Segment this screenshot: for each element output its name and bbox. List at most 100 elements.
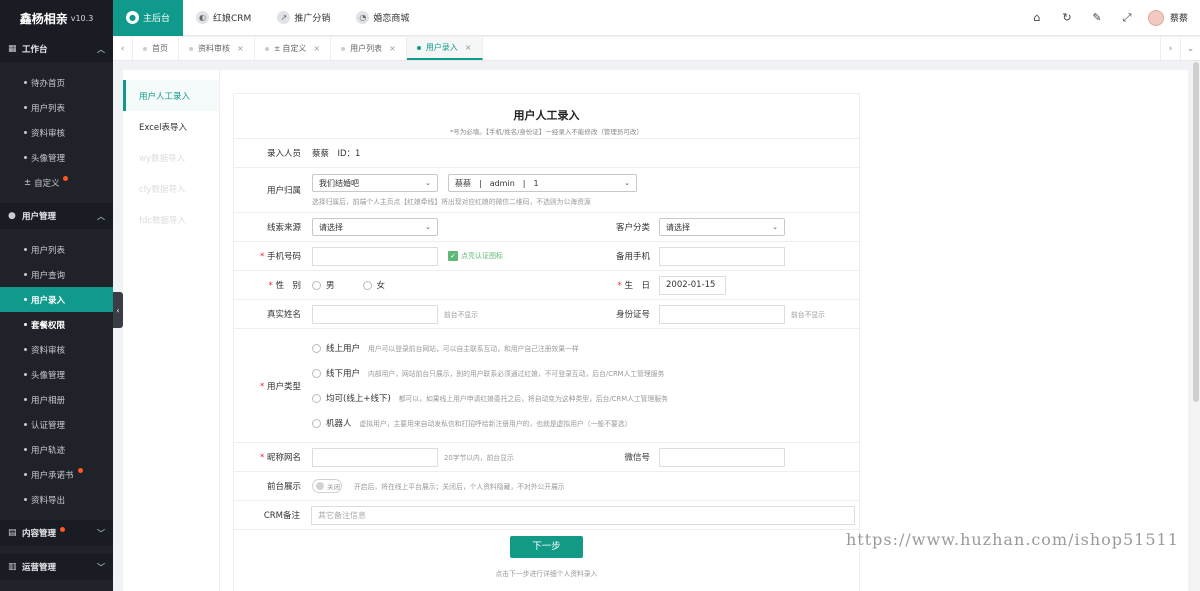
sidebar-item-custom[interactable]: ± 自定义 — [0, 170, 113, 195]
dashboard-icon: ● — [126, 11, 139, 24]
sidebar-group-users[interactable]: ● 用户管理 ︿ — [0, 203, 113, 229]
subnav-excel-import[interactable]: Excel表导入 — [123, 111, 219, 142]
source-select[interactable]: 请选择 ⌄ — [312, 218, 438, 236]
sidebar: 鑫杨相亲 v10.3 ▦ 工作台 ︿ 待办首页 用户列表 资料审核 头像管理 ± 自定义… — [0, 0, 113, 591]
tab-home[interactable]: 首页 — [133, 37, 179, 60]
form-title: 用户人工录入 — [513, 109, 580, 122]
user-icon: ● — [8, 211, 16, 221]
wechat-input[interactable] — [659, 447, 785, 467]
checkbox-checked-icon[interactable]: ✓ — [448, 251, 458, 261]
idcard-input[interactable] — [659, 304, 785, 324]
fullscreen-icon[interactable]: ⤢ — [1112, 11, 1142, 25]
sidebar-item-package[interactable]: 套餐权限 — [0, 312, 113, 337]
topnav-main[interactable]: ● 主后台 — [113, 0, 184, 36]
promote-icon: ↗ — [277, 11, 291, 24]
chevron-down-icon: ⌄ — [772, 223, 778, 231]
belong-org-select[interactable]: 我们结婚吧 ⌄ — [312, 174, 438, 192]
sidebar-item-export[interactable]: 资料导出 — [0, 487, 113, 512]
tabs-menu-button[interactable]: ⌄ — [1180, 37, 1200, 60]
close-icon[interactable]: × — [237, 44, 244, 53]
brand-logo[interactable]: 鑫杨相亲 v10.3 — [0, 0, 113, 36]
sidebar-item-todo[interactable]: 待办首页 — [0, 70, 113, 95]
tab-userentry[interactable]: 用户录入 × — [406, 37, 483, 60]
main-content: 用户人工录入 Excel表导入 wy数据导入 cfy数据导入 fdc数据导入 用… — [123, 70, 1188, 591]
sidebar-item-userentry[interactable]: 用户录入 — [0, 287, 113, 312]
chevron-down-icon: ﹀ — [97, 528, 105, 538]
chevron-left-icon: ‹ — [120, 43, 125, 54]
plus-minus-icon: ± — [273, 44, 281, 53]
refresh-icon[interactable]: ↻ — [1052, 11, 1082, 24]
display-toggle[interactable]: 关闭 — [312, 479, 342, 493]
row-realname: 真实姓名 前台不显示 身份证号 前台不显示 — [234, 300, 859, 329]
backup-phone-input[interactable] — [659, 246, 785, 266]
chevron-down-icon: ﹀ — [97, 562, 105, 572]
topnav-promote[interactable]: ↗ 推广分销 — [264, 0, 343, 36]
sidebar-item-userlist2[interactable]: 用户列表 — [0, 237, 113, 262]
row-display: 前台展示 关闭 开启后，将在线上平台展示；关闭后，个人资料隐藏，不对外公开展示 — [234, 472, 859, 501]
form-actions: 下一步 点击下一步进行详细个人资料录入 — [234, 530, 859, 578]
sidebar-group-content[interactable]: ▤ 内容管理 ﹀ — [0, 520, 113, 546]
sidebar-collapse-button[interactable]: ‹ — [113, 292, 123, 328]
belong-matchmaker-select[interactable]: 蔡蔡 | admin | 1 ⌄ — [448, 174, 637, 192]
realname-input[interactable] — [312, 304, 438, 324]
page-scrollbar[interactable] — [1192, 62, 1200, 591]
chevron-right-icon: › — [1168, 43, 1173, 54]
close-icon[interactable]: × — [313, 44, 320, 53]
tab-userlist[interactable]: 用户列表 × — [331, 37, 407, 60]
row-phone: * 手机号码 ✓ 点亮认证图标 备用手机 — [234, 242, 859, 271]
crm-icon: ◐ — [196, 11, 210, 24]
row-gender: * 性 别 男 女 * 生 日 2002-01-15 — [234, 271, 859, 300]
form-header: 用户人工录入 *号为必填。【手机/姓名/身份证】一经录入不能修改（管理员可改） — [234, 94, 859, 139]
sidebar-item-avatar[interactable]: 头像管理 — [0, 145, 113, 170]
entry-subnav: 用户人工录入 Excel表导入 wy数据导入 cfy数据导入 fdc数据导入 — [123, 70, 220, 591]
chevron-up-icon: ︿ — [97, 211, 105, 221]
topnav-crm[interactable]: ◐ 红娘CRM — [183, 0, 264, 36]
top-nav: ● 主后台 ◐ 红娘CRM ↗ 推广分销 ◔ 婚恋商城 — [113, 0, 422, 36]
subnav-wy-import[interactable]: wy数据导入 — [123, 142, 219, 173]
subnav-manual-entry[interactable]: 用户人工录入 — [123, 80, 219, 111]
phone-input[interactable] — [312, 246, 438, 266]
admin-app: { "brand": {"name": "鑫杨相亲", "version": "… — [0, 0, 1200, 591]
sidebar-item-pledge[interactable]: 用户承诺书 — [0, 462, 113, 487]
next-step-button[interactable]: 下一步 — [510, 536, 583, 558]
top-actions: ⌂ ↻ ✎ ⤢ 蔡蔡 — [1022, 9, 1200, 26]
sidebar-item-auth[interactable]: 认证管理 — [0, 412, 113, 437]
sidebar-item-review2[interactable]: 资料审核 — [0, 337, 113, 362]
sidebar-item-userquery[interactable]: 用户查询 — [0, 262, 113, 287]
birthday-input[interactable]: 2002-01-15 — [659, 275, 726, 295]
content-icon: ▤ — [8, 528, 17, 538]
subnav-fdc-import[interactable]: fdc数据导入 — [123, 204, 219, 235]
chevron-left-icon: ‹ — [116, 305, 120, 315]
sidebar-item-userlist[interactable]: 用户列表 — [0, 95, 113, 120]
sidebar-item-album[interactable]: 用户相册 — [0, 387, 113, 412]
gender-male-radio[interactable]: 男 — [312, 279, 335, 291]
form-subtitle: *号为必填。【手机/姓名/身份证】一经录入不能修改（管理员可改） — [450, 128, 643, 136]
tabs-next-button[interactable]: › — [1160, 37, 1180, 60]
type-robot-radio[interactable]: 机器人 虚拟用户，主要用来自动发私信和打招呼给新注册用户的，也就是虚拟用户（一般不… — [312, 411, 668, 436]
sidebar-group-ops[interactable]: ▥ 运营管理 ﹀ — [0, 554, 113, 580]
nickname-input[interactable] — [312, 447, 438, 467]
gender-female-radio[interactable]: 女 — [362, 279, 385, 291]
brand-version: v10.3 — [70, 13, 94, 23]
tab-review[interactable]: 资料审核 × — [179, 37, 255, 60]
subnav-cfy-import[interactable]: cfy数据导入 — [123, 173, 219, 204]
close-icon[interactable]: × — [465, 43, 472, 52]
type-offline-radio[interactable]: 线下用户 内部用户，网站前台只展示，别的用户联系必须通过红娘，不可登录互动，后台/… — [312, 361, 668, 386]
sidebar-item-review[interactable]: 资料审核 — [0, 120, 113, 145]
type-both-radio[interactable]: 均可(线上+线下) 都可以，如果线上用户申请红娘委托之后，将自动变为这种类型，后台… — [312, 386, 668, 411]
theme-icon[interactable]: ✎ — [1082, 11, 1112, 24]
user-name[interactable]: 蔡蔡 — [1170, 11, 1188, 24]
home-icon[interactable]: ⌂ — [1022, 11, 1052, 24]
row-belong: 用户归属 我们结婚吧 ⌄ 蔡蔡 | admin | 1 ⌄ 选择归属后，前端个人主页… — [234, 168, 859, 213]
close-icon[interactable]: × — [389, 44, 396, 53]
avatar[interactable] — [1147, 9, 1164, 26]
category-select[interactable]: 请选择 ⌄ — [659, 218, 785, 236]
tab-custom[interactable]: ± 自定义 × — [255, 37, 332, 60]
tabs-prev-button[interactable]: ‹ — [113, 37, 133, 60]
sidebar-item-avatar2[interactable]: 头像管理 — [0, 362, 113, 387]
sidebar-group-workbench[interactable]: ▦ 工作台 ︿ — [0, 36, 113, 62]
topnav-shop[interactable]: ◔ 婚恋商城 — [343, 0, 422, 36]
sidebar-item-track[interactable]: 用户轨迹 — [0, 437, 113, 462]
crm-note-input[interactable]: 其它备注信息 — [311, 505, 855, 525]
type-online-radio[interactable]: 线上用户 用户可以登录前台网站，可以自主联系互动，和用户自己注册效果一样 — [312, 336, 668, 361]
